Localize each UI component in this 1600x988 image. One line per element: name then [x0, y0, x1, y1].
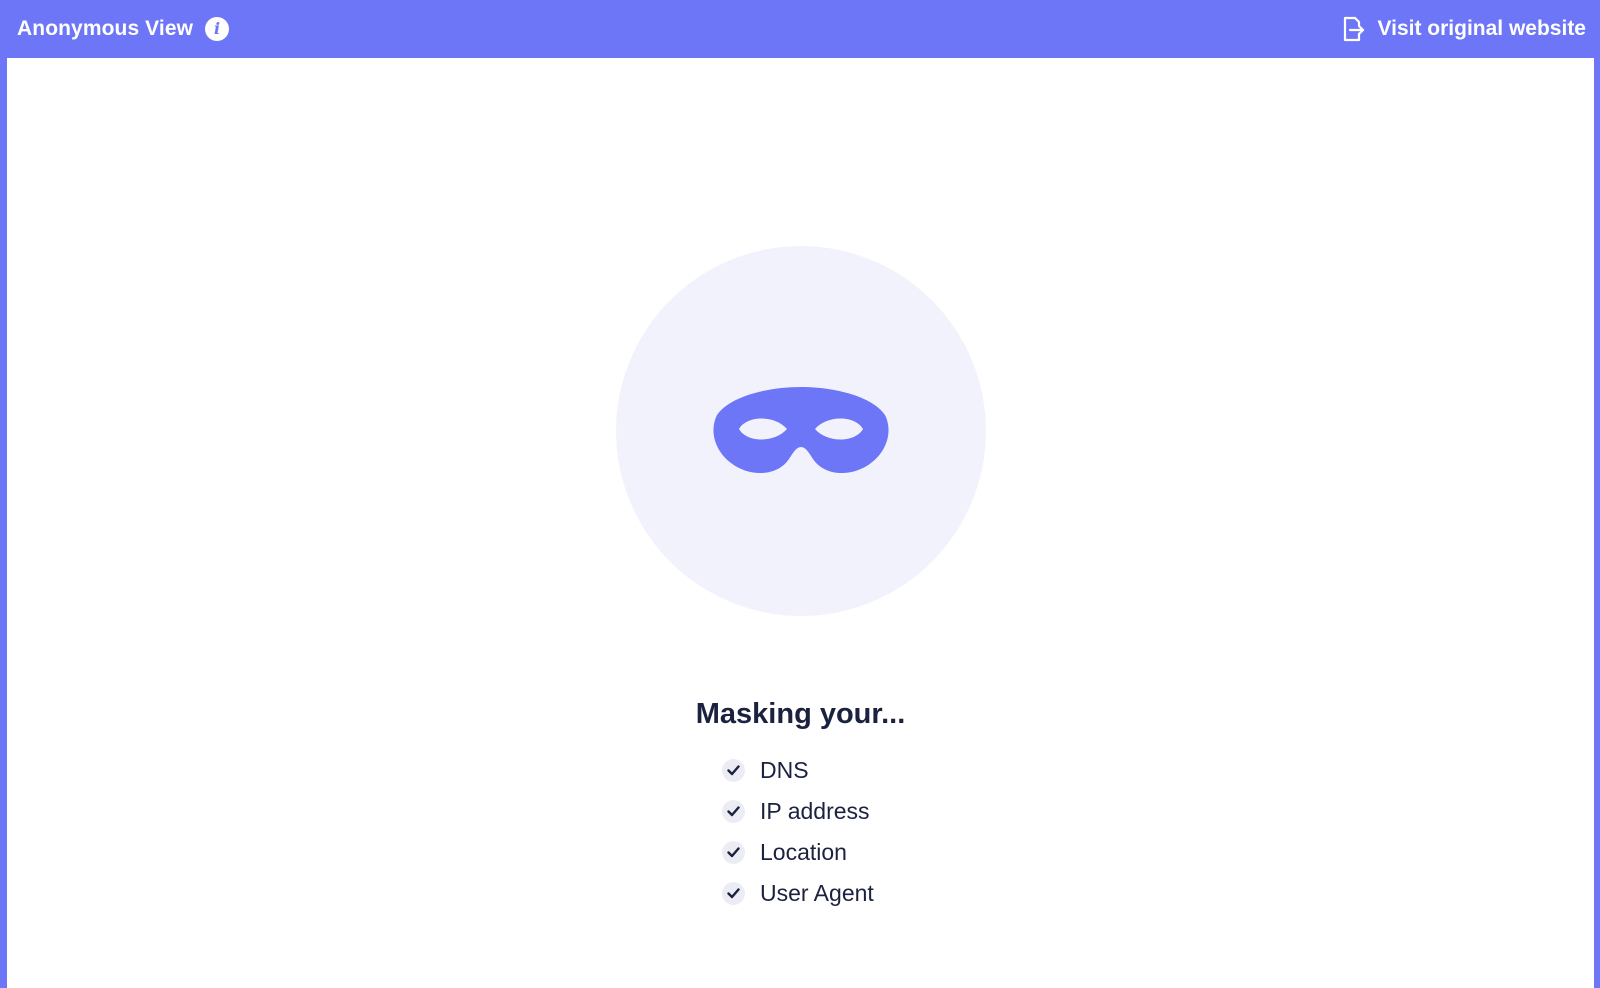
- checklist-item-label: IP address: [760, 798, 870, 824]
- info-icon: i: [214, 19, 221, 38]
- info-button[interactable]: i: [205, 17, 230, 41]
- checklist-item-dns: DNS: [722, 750, 874, 791]
- checklist-item-ip-address: IP address: [722, 791, 874, 832]
- check-icon: [722, 800, 745, 823]
- checklist-item-user-agent: User Agent: [722, 873, 874, 914]
- visit-original-website-label: Visit original website: [1377, 17, 1586, 40]
- check-icon: [722, 759, 745, 782]
- brand: Anonymous View i: [17, 0, 230, 58]
- illustration-circle: [616, 246, 986, 616]
- masking-heading: Masking your...: [695, 698, 906, 730]
- top-bar: Anonymous View i Visit original website: [0, 0, 1600, 58]
- check-icon: [722, 841, 745, 864]
- masking-checklist: DNS IP address Location User Agent: [722, 750, 874, 914]
- checklist-item-location: Location: [722, 832, 874, 873]
- checklist-item-label: Location: [760, 839, 847, 865]
- main-content: Masking your... DNS IP address Location …: [7, 58, 1594, 988]
- app-title: Anonymous View: [17, 17, 194, 40]
- check-icon: [722, 882, 745, 905]
- checklist-item-label: User Agent: [760, 880, 874, 906]
- visit-original-website-link[interactable]: Visit original website: [1339, 0, 1586, 58]
- checklist-item-label: DNS: [760, 757, 809, 783]
- exit-icon: [1339, 14, 1367, 44]
- mask-icon: [713, 387, 889, 474]
